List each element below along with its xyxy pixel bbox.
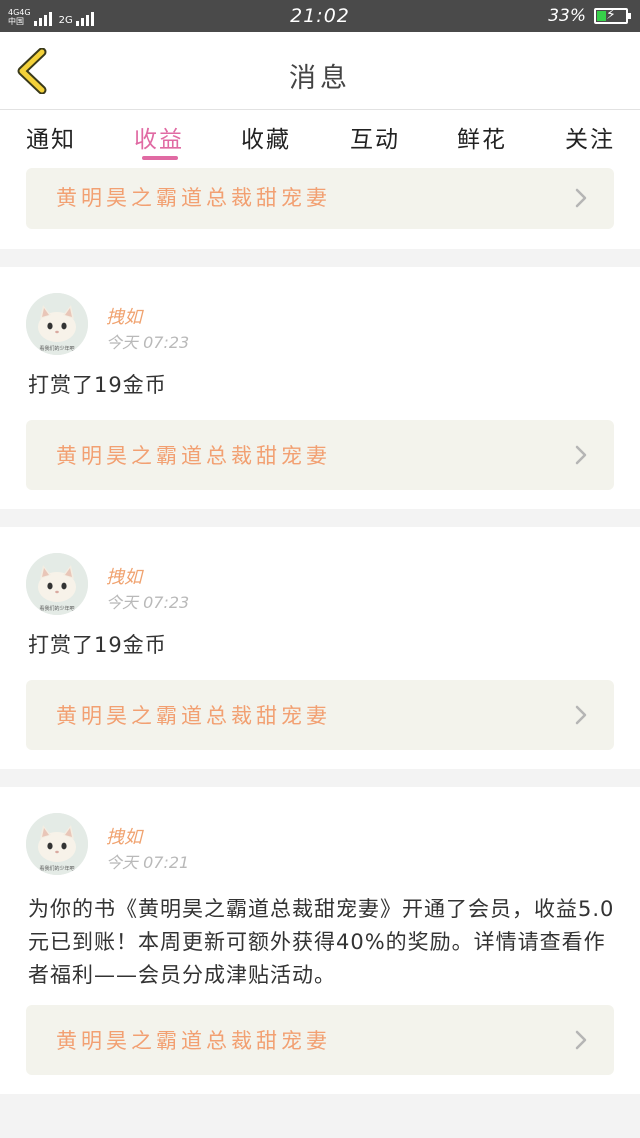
page-title: 消息 <box>289 63 351 94</box>
book-title: 黄明昊之霸道总裁甜宠妻 <box>56 186 331 210</box>
status-bar: 4G4G 中国 2G 21:02 33% ⚡ <box>0 0 640 32</box>
message-text: 打赏了19金币 <box>28 633 167 657</box>
timestamp: 今天 07:23 <box>106 333 190 352</box>
avatar-caption: 看我们的少年吧 <box>39 605 74 612</box>
message-card: 看我们的少年吧 拽如 今天 07:23 打赏了19金币 黄明昊之霸道总裁甜宠妻 <box>0 267 640 509</box>
avatar-caption: 看我们的少年吧 <box>39 345 74 352</box>
tab-flowers[interactable]: 鲜花 <box>457 120 507 154</box>
chevron-right-icon <box>575 188 587 208</box>
message-card: 看我们的少年吧 拽如 今天 07:21 为你的书《黄明昊之霸道总裁甜宠妻》开通了… <box>0 787 640 1094</box>
timestamp: 今天 07:21 <box>106 853 190 872</box>
avatar[interactable]: 看我们的少年吧 <box>26 813 88 875</box>
book-link[interactable]: 黄明昊之霸道总裁甜宠妻 <box>26 420 614 490</box>
message-text: 为你的书《黄明昊之霸道总裁甜宠妻》开通了会员，收益5.0元已到账！本周更新可额外… <box>28 897 615 987</box>
book-title: 黄明昊之霸道总裁甜宠妻 <box>56 704 331 728</box>
tab-bar: 通知 收益 收藏 互动 鲜花 关注 <box>0 110 640 168</box>
charging-icon: ⚡ <box>606 7 616 23</box>
tab-favorites[interactable]: 收藏 <box>241 120 291 154</box>
tab-following[interactable]: 关注 <box>565 120 615 154</box>
battery-percent: 33% <box>548 6 586 26</box>
book-title: 黄明昊之霸道总裁甜宠妻 <box>56 444 331 468</box>
avatar[interactable]: 看我们的少年吧 <box>26 553 88 615</box>
tab-notifications[interactable]: 通知 <box>26 120 76 154</box>
username[interactable]: 拽如 <box>106 563 142 589</box>
book-title: 黄明昊之霸道总裁甜宠妻 <box>56 1029 331 1053</box>
chevron-right-icon <box>575 445 587 465</box>
message-text: 打赏了19金币 <box>28 373 167 397</box>
chevron-right-icon <box>575 705 587 725</box>
username[interactable]: 拽如 <box>106 823 142 849</box>
book-link[interactable]: 黄明昊之霸道总裁甜宠妻 <box>26 1005 614 1075</box>
message-card-partial: 黄明昊之霸道总裁甜宠妻 <box>0 168 640 249</box>
avatar-caption: 看我们的少年吧 <box>39 865 74 872</box>
username[interactable]: 拽如 <box>106 303 142 329</box>
book-link[interactable]: 黄明昊之霸道总裁甜宠妻 <box>26 168 614 229</box>
avatar[interactable]: 看我们的少年吧 <box>26 293 88 355</box>
tab-earnings[interactable]: 收益 <box>134 120 184 154</box>
battery-fill <box>597 11 607 21</box>
book-link[interactable]: 黄明昊之霸道总裁甜宠妻 <box>26 680 614 750</box>
header: 消息 <box>0 32 640 110</box>
active-tab-indicator <box>142 156 178 160</box>
tab-interactions[interactable]: 互动 <box>350 120 400 154</box>
cat-avatar-image: 看我们的少年吧 <box>26 813 88 875</box>
cat-avatar-image: 看我们的少年吧 <box>26 553 88 615</box>
timestamp: 今天 07:23 <box>106 593 190 612</box>
clock: 21:02 <box>290 5 350 27</box>
cat-avatar-image: 看我们的少年吧 <box>26 293 88 355</box>
chevron-right-icon <box>575 1030 587 1050</box>
message-card: 看我们的少年吧 拽如 今天 07:23 打赏了19金币 黄明昊之霸道总裁甜宠妻 <box>0 527 640 769</box>
battery-icon: ⚡ <box>594 7 631 24</box>
